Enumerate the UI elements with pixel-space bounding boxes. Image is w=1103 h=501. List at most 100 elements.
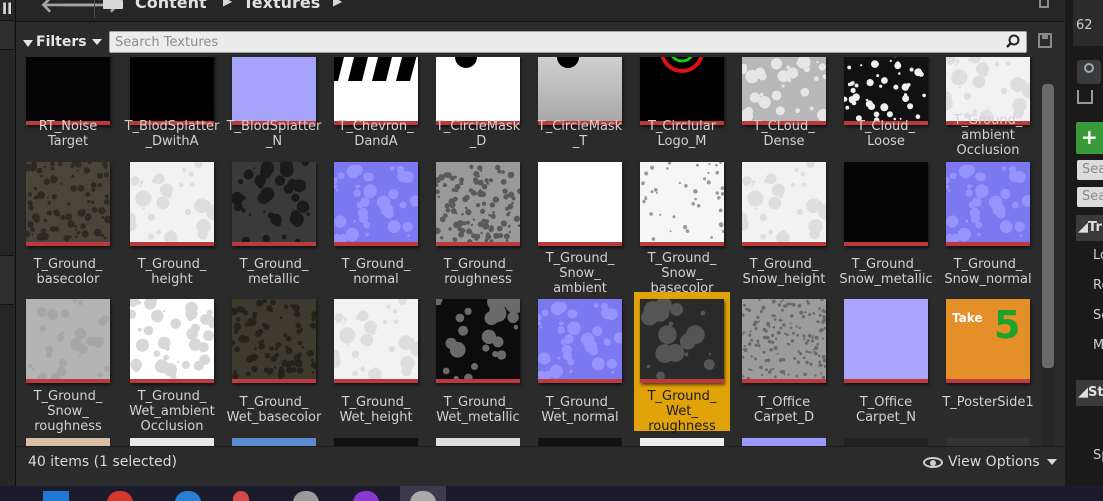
asset-thumbnail-partial[interactable] [946,438,1030,446]
asset-type-bar [538,379,622,383]
asset-thumbnail-partial[interactable] [844,438,928,446]
asset-thumbnail-partial[interactable] [130,438,214,446]
poster-five-text: 5 [994,303,1021,347]
asset-type-bar [538,242,622,246]
breadcrumb-textures[interactable]: Textures [243,0,320,12]
asset-thumbnail[interactable] [742,162,826,246]
asset-thumbnail-partial[interactable] [334,438,418,446]
asset-thumbnail[interactable] [844,299,928,383]
taskbar-app-icon[interactable] [107,491,133,501]
search-icon[interactable] [1006,34,1020,48]
asset-thumbnail-partial[interactable] [436,438,520,446]
asset-type-bar [844,242,928,246]
details-top-value: 62 [1076,18,1093,33]
asset-thumbnail[interactable] [640,162,724,246]
asset-type-bar [232,242,316,246]
asset-thumbnail[interactable] [334,57,418,125]
taskbar-app-icon[interactable] [43,491,69,501]
asset-label: T_BlodSplatter _N [226,119,322,149]
asset-type-bar [130,379,214,383]
info-icon[interactable] [1077,60,1101,84]
asset-label: RT_Noise Target [38,119,98,149]
breadcrumb-content[interactable]: Content [135,0,207,12]
folder-icon[interactable] [103,0,123,9]
left-panel-menu-glyph[interactable]: ll [2,0,12,18]
asset-thumbnail[interactable] [26,57,110,125]
details-search-input[interactable]: Sea [1077,160,1103,180]
asset-type-bar [640,242,724,246]
asset-thumbnail[interactable] [436,162,520,246]
taskbar-active-app[interactable] [400,486,446,501]
dropdown-caret-icon [91,39,102,45]
asset-thumbnail[interactable] [742,57,826,125]
lock-icon[interactable] [1039,0,1049,8]
search-box[interactable] [109,31,1027,53]
asset-label: T_CLoud_ Dense [753,119,815,149]
static-mesh-header[interactable]: ◢St [1076,380,1103,406]
divider [94,0,95,18]
editor-window: { "left_panel": { "menu_glyph": "ll" }, … [0,0,1103,501]
asset-grid: RT_Noise Target T_BlodSplatter _DwithA T_B… [16,57,1040,446]
asset-thumbnail[interactable] [538,162,622,246]
asset-label: T_Circlular Logo_M [647,119,717,149]
add-component-button[interactable]: + [1076,122,1103,154]
taskbar-app-icon[interactable] [175,491,201,501]
asset-thumbnail-partial[interactable] [538,438,622,446]
asset-thumbnail[interactable] [538,299,622,383]
asset-thumbnail[interactable] [946,162,1030,246]
asset-thumbnail[interactable] [640,57,724,125]
asset-thumbnail-partial[interactable] [26,438,110,446]
asset-thumbnail[interactable] [232,299,316,383]
asset-thumbnail-partial[interactable] [742,438,826,446]
filters-button[interactable]: Filters [23,32,103,52]
vertical-scrollbar[interactable] [1041,84,1055,446]
asset-thumbnail[interactable] [640,299,724,383]
asset-thumbnail[interactable] [232,57,316,125]
details-panel: 62 + Sea Sea ◢Tr Lo Ro Sc M ◢St Sp [1065,0,1103,486]
path-bar: 🡐 🡒 Content ▶ Textures ▶ [16,0,1065,22]
asset-thumbnail-partial[interactable] [640,438,724,446]
view-options-button[interactable]: View Options [923,454,1057,470]
asset-type-bar [334,379,418,383]
asset-type-bar [640,379,724,383]
asset-thumbnail[interactable] [334,299,418,383]
save-search-icon[interactable] [1038,33,1052,48]
search-input[interactable] [115,33,995,51]
taskbar-app-icon[interactable] [233,491,249,501]
asset-thumbnail[interactable] [742,299,826,383]
asset-thumbnail[interactable] [844,57,928,125]
asset-thumbnail[interactable] [436,57,520,125]
asset-label: T_Office Carpet_N [856,395,916,425]
asset-thumbnail[interactable] [130,57,214,125]
breadcrumb-chevron-icon[interactable]: ▶ [223,0,232,8]
asset-label: T_Ground_ roughness [443,257,513,287]
taskbar-app-icon[interactable] [293,491,319,501]
asset-label: T_Ground_ Wet_metallic [436,395,520,425]
item-count: 40 items (1 selected) [28,454,178,470]
asset-thumbnail-partial[interactable] [232,438,316,446]
asset-thumbnail[interactable] [436,299,520,383]
details-search-input-2[interactable]: Sea [1077,187,1103,207]
breadcrumb-chevron-icon[interactable]: ▶ [333,0,342,8]
details-bottom-text: Sp [1093,448,1103,463]
asset-thumbnail[interactable] [130,299,214,383]
home-icon[interactable] [1077,90,1093,104]
asset-label: T_Ground_ Wet_ roughness [647,389,717,434]
transform-row: Ro [1093,278,1103,293]
asset-thumbnail[interactable] [130,162,214,246]
scrollbar-thumb[interactable] [1042,84,1054,368]
unreal-icon [410,491,436,501]
asset-label: T_Ground_ ambient Occlusion [953,113,1023,158]
left-panel-section [0,20,14,50]
poster-take-text: Take [952,311,983,325]
transform-header[interactable]: ◢Tr [1076,215,1103,241]
asset-thumbnail[interactable] [844,162,928,246]
asset-thumbnail[interactable] [26,162,110,246]
asset-thumbnail[interactable] [232,162,316,246]
taskbar-app-icon[interactable] [353,491,379,501]
eye-icon [923,456,943,468]
asset-thumbnail[interactable] [334,162,418,246]
asset-thumbnail[interactable]: Take 5 [946,299,1030,383]
asset-thumbnail[interactable] [538,57,622,125]
asset-thumbnail[interactable] [26,299,110,383]
